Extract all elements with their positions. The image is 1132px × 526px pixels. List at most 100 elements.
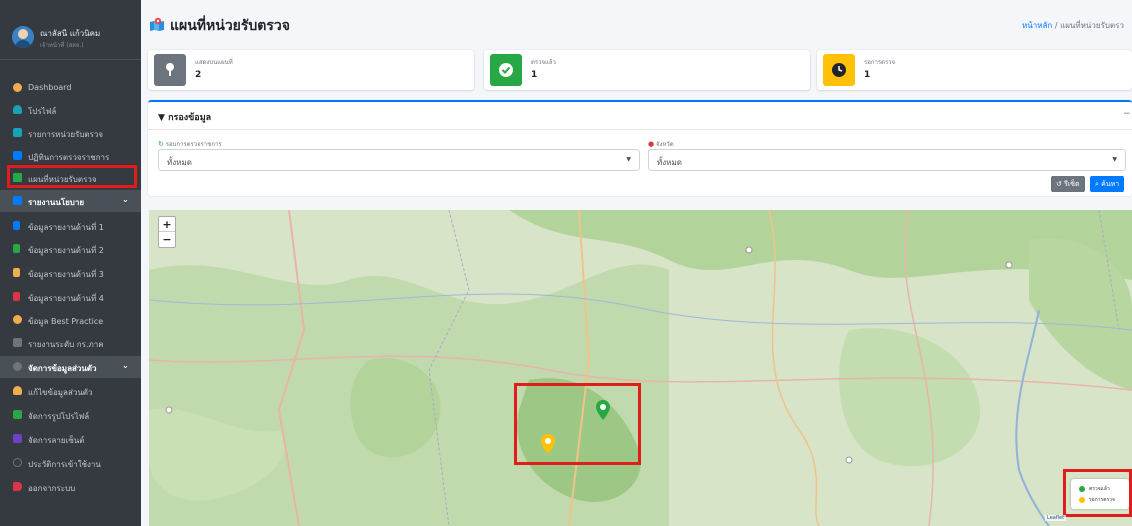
user-role: เจ้าหน้าที่ (สสจ.) — [40, 42, 84, 49]
map-pin-icon — [154, 54, 186, 86]
filter-title-text: กรองข้อมูล — [168, 113, 212, 123]
province-select-value: ทั้งหมด — [657, 158, 682, 167]
stat-label: ตรวจแล้ว — [531, 59, 556, 66]
sidebar-item-label: Dashboard — [28, 83, 72, 92]
map-view[interactable] — [149, 210, 1132, 526]
caret-down-icon: ▼ — [626, 156, 631, 163]
highlight-box — [514, 383, 641, 465]
user-panel[interactable]: ณาลัสนี แก้วนิคม เจ้าหน้าที่ (สสจ.) — [0, 14, 141, 60]
province-select[interactable]: ทั้งหมด ▼ — [648, 149, 1126, 171]
sidebar-item-label: รายการหน่วยรับตรวจ — [28, 130, 104, 139]
zoom-in-button[interactable]: + — [159, 217, 175, 232]
file-icon — [13, 292, 20, 301]
reset-label: รีเซ็ต — [1064, 180, 1080, 188]
sidebar: ณาลัสนี แก้วนิคม เจ้าหน้าที่ (สสจ.) Dash… — [0, 0, 141, 526]
highlight-box — [7, 165, 137, 188]
sidebar-item-label: รายงานนโยบาย — [28, 198, 85, 207]
chart-icon — [13, 338, 22, 347]
check-circle-icon — [490, 54, 522, 86]
calendar-icon — [13, 151, 22, 160]
sidebar-item-policy-report[interactable]: รายงานนโยบาย ⌄ — [0, 190, 141, 212]
sidebar-item-report-4[interactable]: ข้อมูลรายงานด้านที่ 4 — [0, 286, 141, 308]
stat-label: รอการตรวจ — [864, 59, 896, 66]
sidebar-item-profile[interactable]: โปรไฟล์ — [0, 99, 141, 121]
sidebar-item-best-practice[interactable]: ข้อมูล Best Practice — [0, 309, 141, 331]
search-button[interactable]: ⌕ ค้นหา — [1090, 176, 1125, 192]
sidebar-item-inspection-list[interactable]: รายการหน่วยรับตรวจ — [0, 122, 141, 144]
zoom-out-button[interactable]: − — [159, 232, 175, 247]
sidebar-item-label: ประวัติการเข้าใช้งาน — [28, 460, 101, 469]
sidebar-item-label: ข้อมูลรายงานด้านที่ 2 — [28, 246, 104, 255]
filter-title: ▼ กรองข้อมูล — [158, 110, 211, 124]
round-select[interactable]: ทั้งหมด ▼ — [158, 149, 640, 171]
signature-icon — [13, 434, 22, 443]
stat-value: 1 — [531, 70, 538, 80]
round-select-value: ทั้งหมด — [167, 158, 192, 167]
breadcrumb-home-link[interactable]: หน้าหลัก — [1022, 21, 1052, 30]
sidebar-item-logout[interactable]: ออกจากระบบ — [0, 476, 141, 498]
card-divider — [148, 129, 1132, 130]
sidebar-item-signature[interactable]: จัดการลายเซ็นต์ — [0, 428, 141, 450]
file-icon — [13, 244, 20, 253]
collapse-button[interactable]: − — [1123, 109, 1131, 119]
clock-icon — [823, 54, 855, 86]
sidebar-item-label: จัดการข้อมูลส่วนตัว — [28, 364, 97, 373]
settings-icon — [13, 362, 22, 371]
round-label-text: รอบการตรวจราชการ — [165, 141, 222, 148]
map-marked-icon — [150, 17, 164, 31]
sidebar-item-profile-image[interactable]: จัดการรูปโปรไฟล์ — [0, 404, 141, 426]
sidebar-item-report-3[interactable]: ข้อมูลรายงานด้านที่ 3 — [0, 262, 141, 284]
chevron-down-icon: ⌄ — [122, 361, 129, 370]
stat-label: แสดงบนแผนที่ — [195, 59, 233, 66]
page-title: แผนที่หน่วยรับตรวจ — [170, 18, 290, 34]
caret-down-icon: ▼ — [1112, 156, 1117, 163]
sidebar-item-label: ออกจากระบบ — [28, 484, 76, 493]
sidebar-item-edit-profile[interactable]: แก้ไขข้อมูลส่วนตัว — [0, 380, 141, 402]
filter-card: ▼ กรองข้อมูล − ↻ รอบการตรวจราชการ ทั้งหม… — [148, 100, 1132, 196]
image-icon — [13, 410, 22, 419]
sidebar-item-label: แก้ไขข้อมูลส่วนตัว — [28, 388, 93, 397]
sidebar-item-label: ข้อมูลรายงานด้านที่ 4 — [28, 294, 104, 303]
sidebar-item-dashboard[interactable]: Dashboard — [0, 77, 141, 99]
sidebar-item-report-2[interactable]: ข้อมูลรายงานด้านที่ 2 — [0, 238, 141, 260]
zoom-control: + − — [158, 216, 176, 248]
user-edit-icon — [13, 386, 22, 395]
dashboard-icon — [13, 83, 22, 92]
breadcrumb: หน้าหลัก / แผนที่หน่วยรับตรว — [1022, 19, 1124, 32]
sidebar-item-login-history[interactable]: ประวัติการเข้าใช้งาน — [0, 452, 141, 474]
user-icon — [13, 105, 22, 114]
user-name: ณาลัสนี แก้วนิคม — [40, 29, 101, 38]
avatar — [12, 26, 34, 48]
sidebar-item-calendar[interactable]: ปฏิทินการตรวจราชการ — [0, 145, 141, 167]
sidebar-item-label: โปรไฟล์ — [28, 107, 57, 116]
stat-box-pending: รอการตรวจ 1 — [817, 50, 1132, 90]
undo-icon: ↺ — [1056, 180, 1062, 188]
stat-box-inspected: ตรวจแล้ว 1 — [484, 50, 810, 90]
logout-icon — [13, 482, 22, 491]
report-icon — [13, 196, 22, 205]
reset-button[interactable]: ↺ รีเซ็ต — [1051, 176, 1085, 192]
stat-box-shown-on-map: แสดงบนแผนที่ 2 — [148, 50, 474, 90]
stat-value: 1 — [864, 70, 871, 80]
stat-value: 2 — [195, 70, 202, 80]
search-icon: ⌕ — [1095, 180, 1099, 188]
map-terrain — [149, 210, 1132, 526]
history-icon — [13, 458, 22, 467]
province-label-text: จังหวัด — [656, 141, 674, 148]
chevron-down-icon: ⌄ — [122, 195, 129, 204]
sidebar-item-label: ข้อมูล Best Practice — [28, 317, 104, 326]
sidebar-item-regional-report[interactable]: รายงานระดับ กร.ภาค — [0, 332, 141, 354]
breadcrumb-separator: / — [1054, 21, 1058, 30]
province-label: ● จังหวัด — [648, 139, 674, 149]
sidebar-item-label: จัดการลายเซ็นต์ — [28, 436, 85, 445]
sidebar-item-label: จัดการรูปโปรไฟล์ — [28, 412, 90, 421]
list-icon — [13, 128, 22, 137]
highlight-box — [1063, 469, 1132, 517]
map-pin-icon: ● — [648, 140, 655, 148]
refresh-icon: ↻ — [158, 140, 164, 148]
sidebar-item-personal-settings[interactable]: จัดการข้อมูลส่วนตัว ⌄ — [0, 356, 141, 378]
search-label: ค้นหา — [1101, 180, 1120, 188]
map-attribution[interactable]: Leaflet — [1045, 515, 1067, 521]
sidebar-item-label: รายงานระดับ กร.ภาค — [28, 340, 104, 349]
sidebar-item-report-1[interactable]: ข้อมูลรายงานด้านที่ 1 — [0, 215, 141, 237]
